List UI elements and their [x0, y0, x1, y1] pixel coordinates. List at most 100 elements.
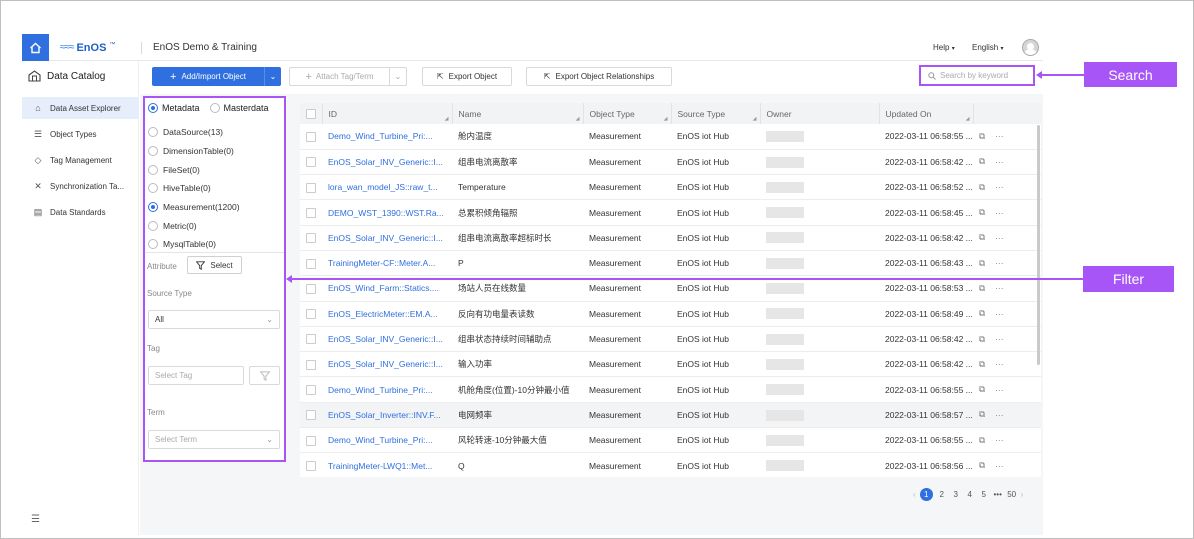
sidebar-item-object-types[interactable]: ☰ Object Types	[22, 123, 139, 145]
more-actions-icon[interactable]: ···	[995, 208, 1004, 218]
view-details-icon[interactable]: ⧉	[979, 460, 985, 471]
row-checkbox[interactable]	[306, 384, 316, 395]
table-row[interactable]: TrainingMeter-CF::Meter.A... P Measurement…	[300, 250, 1041, 277]
row-checkbox[interactable]	[306, 258, 316, 269]
view-details-icon[interactable]: ⧉	[979, 435, 985, 446]
page-link[interactable]: 3	[951, 490, 961, 499]
metric-option[interactable]: Metric(0)	[148, 221, 197, 231]
object-id-link[interactable]: TrainingMeter-CF::Meter.A...	[322, 250, 452, 277]
row-checkbox[interactable]	[306, 283, 316, 294]
view-details-icon[interactable]: ⧉	[979, 232, 985, 243]
export-object-relationships-button[interactable]: ⇱ Export Object Relationships	[526, 67, 672, 86]
radio-button[interactable]	[148, 165, 158, 175]
object-id-link[interactable]: EnOS_Solar_INV_Generic::I...	[322, 149, 452, 176]
more-actions-icon[interactable]: ···	[995, 410, 1004, 420]
more-actions-icon[interactable]: ···	[995, 157, 1004, 167]
sidebar-item-synchronization-tasks[interactable]: ✕ Synchronization Ta...	[22, 175, 139, 197]
row-checkbox[interactable]	[306, 157, 316, 168]
attach-tag-term-main[interactable]: + Attach Tag/Term	[290, 68, 390, 85]
view-details-icon[interactable]: ⧉	[979, 359, 985, 370]
sidebar-item-data-standards[interactable]: ▤ Data Standards	[22, 201, 139, 223]
fileset-option[interactable]: FileSet(0)	[148, 165, 200, 175]
row-checkbox[interactable]	[306, 131, 316, 142]
mysqltable-option[interactable]: MysqlTable(0)	[148, 239, 216, 249]
table-row[interactable]: TrainingMeter-LWQ1::Met... Q Measurement En…	[300, 452, 1041, 477]
attribute-select-button[interactable]: Select	[187, 256, 242, 274]
term-select[interactable]: Select Term ⌄	[148, 430, 280, 449]
metadata-radio[interactable]	[148, 103, 158, 113]
table-row[interactable]: lora_wan_model_JS::raw_t... Temperature Me…	[300, 174, 1041, 201]
view-details-icon[interactable]: ⧉	[979, 207, 985, 218]
measurement-option[interactable]: Measurement(1200)	[148, 202, 240, 212]
column-header-source-type[interactable]: Source Type ◢	[671, 103, 761, 124]
page-link[interactable]: 4	[965, 490, 975, 499]
table-row[interactable]: EnOS_Solar_INV_Generic::I... 输入功率 Measurem…	[300, 351, 1041, 378]
attach-tag-term-button[interactable]: + Attach Tag/Term ⌄	[289, 67, 407, 86]
column-header-object-type[interactable]: Object Type ◢	[583, 103, 672, 124]
view-details-icon[interactable]: ⧉	[979, 308, 985, 319]
object-id-link[interactable]: TrainingMeter-LWQ1::Met...	[322, 452, 452, 477]
object-id-link[interactable]: lora_wan_model_JS::raw_t...	[322, 174, 452, 201]
more-actions-icon[interactable]: ···	[995, 359, 1004, 369]
dimensiontable-option[interactable]: DimensionTable(0)	[148, 146, 234, 156]
user-avatar[interactable]	[1022, 39, 1039, 56]
object-id-link[interactable]: EnOS_Solar_INV_Generic::I...	[322, 225, 452, 251]
column-header-owner[interactable]: Owner	[760, 103, 880, 124]
table-row[interactable]: EnOS_Solar_INV_Generic::I... 组串电流离散率超标时长 M…	[300, 225, 1041, 251]
object-id-link[interactable]: EnOS_Solar_Inverter::INV.F...	[322, 402, 452, 429]
row-checkbox[interactable]	[306, 182, 316, 193]
row-checkbox[interactable]	[306, 410, 316, 421]
view-details-icon[interactable]: ⧉	[979, 156, 985, 167]
sidebar-item-tag-management[interactable]: ◇ Tag Management	[22, 149, 139, 171]
page-link-last[interactable]: 50	[1007, 490, 1017, 499]
more-actions-icon[interactable]: ···	[995, 309, 1004, 319]
sidebar-item-data-asset-explorer[interactable]: ⌂ Data Asset Explorer	[22, 97, 139, 119]
more-actions-icon[interactable]: ···	[995, 435, 1004, 445]
sort-icon[interactable]: ◢	[664, 116, 668, 122]
more-actions-icon[interactable]: ···	[995, 233, 1004, 243]
table-row[interactable]: EnOS_Solar_INV_Generic::I... 组串状态持续时间辅助点 M…	[300, 326, 1041, 353]
add-import-dropdown-toggle[interactable]: ⌄	[265, 72, 281, 81]
attach-tag-dropdown-toggle[interactable]: ⌄	[390, 72, 406, 81]
row-checkbox[interactable]	[306, 334, 316, 345]
table-row[interactable]: Demo_Wind_Turbine_Pri:... 舱内温度 Measurement…	[300, 124, 1041, 150]
row-checkbox[interactable]	[306, 309, 316, 320]
radio-button[interactable]	[148, 146, 158, 156]
object-id-link[interactable]: Demo_Wind_Turbine_Pri:...	[322, 124, 452, 150]
table-scrollbar[interactable]	[1037, 125, 1040, 365]
collapse-sidebar-icon[interactable]: ☰	[31, 514, 40, 525]
datasource-option[interactable]: DataSource(13)	[148, 127, 223, 137]
row-checkbox[interactable]	[306, 233, 316, 244]
sort-icon[interactable]: ◢	[753, 116, 757, 122]
more-actions-icon[interactable]: ···	[995, 461, 1004, 471]
add-import-object-button[interactable]: + Add/Import Object ⌄	[152, 67, 281, 86]
tag-select-input[interactable]: Select Tag	[148, 366, 244, 385]
object-id-link[interactable]: DEMO_WST_1390::WST.Ra...	[322, 199, 452, 226]
view-details-icon[interactable]: ⧉	[979, 334, 985, 345]
hivetable-option[interactable]: HiveTable(0)	[148, 183, 211, 193]
page-ellipsis[interactable]: •••	[993, 490, 1003, 499]
masterdata-radio[interactable]	[209, 103, 220, 113]
table-row[interactable]: Demo_Wind_Turbine_Pri:... 机舱角度(位置)-10分钟最小…	[300, 376, 1041, 403]
column-header-name[interactable]: Name ◢	[452, 103, 584, 124]
more-actions-icon[interactable]: ···	[995, 385, 1004, 395]
sort-icon[interactable]: ◢	[576, 116, 580, 122]
column-header-updated-on[interactable]: Updated On ◢	[879, 103, 974, 124]
radio-button[interactable]	[148, 239, 158, 249]
column-header-id[interactable]: ID ◢	[322, 103, 453, 124]
view-details-icon[interactable]: ⧉	[979, 258, 985, 269]
table-row[interactable]: EnOS_Solar_Inverter::INV.F... 电网频率 Measure…	[300, 402, 1041, 429]
row-checkbox[interactable]	[306, 359, 316, 370]
table-row[interactable]: Demo_Wind_Turbine_Pri:... 风轮转速-10分钟最大值 Mea…	[300, 427, 1041, 454]
table-row[interactable]: DEMO_WST_1390::WST.Ra... 总累积倾角辐照 Measureme…	[300, 199, 1041, 226]
help-menu[interactable]: Help ▾	[933, 43, 955, 52]
table-row[interactable]: EnOS_ElectricMeter::EM.A... 反向有功电量表读数 Meas…	[300, 301, 1041, 327]
source-type-select[interactable]: All ⌄	[148, 310, 280, 329]
radio-button[interactable]	[148, 127, 158, 137]
more-actions-icon[interactable]: ···	[995, 334, 1004, 344]
select-all-checkbox[interactable]	[306, 108, 316, 119]
view-details-icon[interactable]: ⧉	[979, 409, 985, 420]
row-checkbox[interactable]	[306, 435, 316, 446]
row-checkbox[interactable]	[306, 207, 316, 218]
next-page-icon[interactable]: ›	[1021, 490, 1024, 499]
